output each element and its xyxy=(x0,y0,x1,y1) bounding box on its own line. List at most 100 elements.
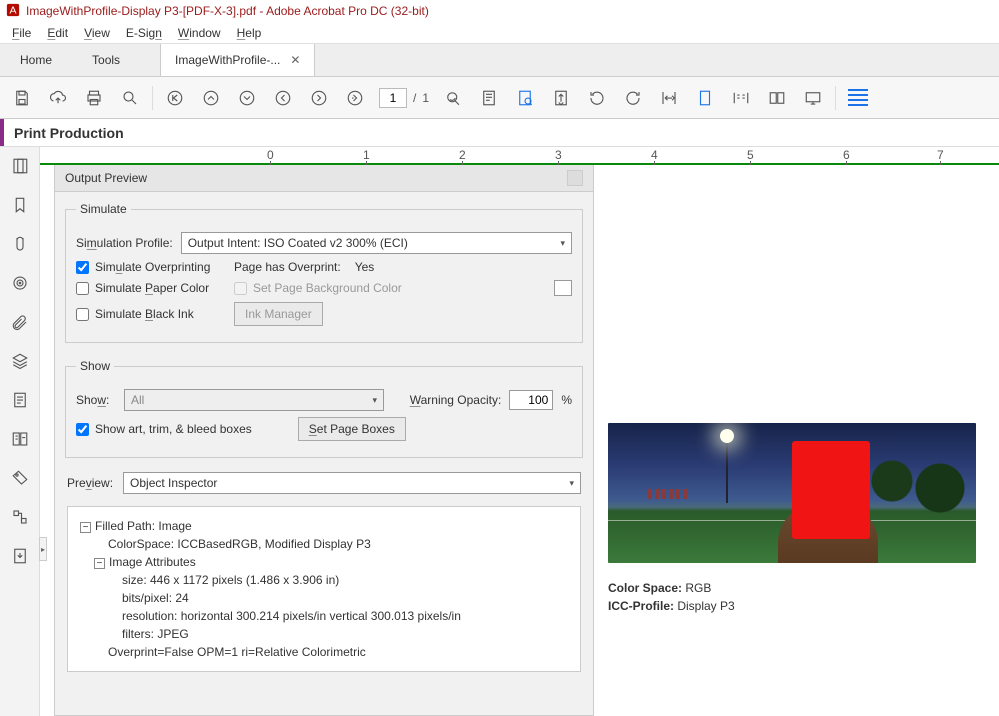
menu-icon[interactable] xyxy=(840,80,876,116)
tab-tools[interactable]: Tools xyxy=(72,44,140,76)
ink-manager-button: Ink Manager xyxy=(234,302,323,326)
nav-last-icon[interactable] xyxy=(337,80,373,116)
two-page-icon[interactable] xyxy=(723,80,759,116)
toolbar-separator xyxy=(152,86,153,110)
compare-icon[interactable] xyxy=(11,430,29,451)
sidebar-expand-icon[interactable]: ▸ xyxy=(39,537,47,561)
text-select-icon[interactable] xyxy=(507,80,543,116)
show-label: Show: xyxy=(76,393,116,407)
colorspace-label: Color Space: xyxy=(608,581,682,595)
thumbnails-icon[interactable] xyxy=(11,157,29,178)
tab-home[interactable]: Home xyxy=(0,44,72,76)
simulate-group: Simulate Simulation Profile: Output Inte… xyxy=(65,202,583,343)
warning-opacity-unit: % xyxy=(561,393,572,407)
colorspace-value: RGB xyxy=(682,581,711,595)
export-icon[interactable] xyxy=(11,547,29,568)
rotate-ccw-icon[interactable] xyxy=(579,80,615,116)
zoom-icon[interactable] xyxy=(112,80,148,116)
layers-icon[interactable] xyxy=(11,352,29,373)
warning-opacity-label: Warning Opacity: xyxy=(410,393,502,407)
hand-tool-icon[interactable] xyxy=(435,80,471,116)
bookmarks-icon[interactable] xyxy=(11,196,29,217)
bg-color-swatch[interactable] xyxy=(554,280,572,296)
workarea: 0 1 2 3 4 5 6 7 Output Preview Simulate … xyxy=(40,147,999,716)
output-preview-title: Output Preview xyxy=(65,171,147,185)
menu-help[interactable]: Help xyxy=(229,24,270,42)
preview-select[interactable]: Object Inspector▾ xyxy=(123,472,581,494)
set-bg-color-checkbox: Set Page Background Color xyxy=(234,281,402,295)
panel-header: Print Production xyxy=(0,119,999,147)
page-fit-icon[interactable] xyxy=(543,80,579,116)
simulate-papercolor-checkbox[interactable]: Simulate Paper Color xyxy=(76,281,226,295)
iccprofile-label: ICC-Profile: xyxy=(608,599,674,613)
main-area: ▸ 0 1 2 3 4 5 6 7 Output Preview Simulat… xyxy=(0,147,999,716)
page-current-input[interactable] xyxy=(379,88,407,108)
document-image xyxy=(608,423,976,563)
sidebar: ▸ xyxy=(0,147,40,716)
nav-prev-icon[interactable] xyxy=(265,80,301,116)
menu-window[interactable]: Window xyxy=(170,24,229,42)
page-total: 1 xyxy=(422,91,429,105)
show-select[interactable]: All▾ xyxy=(124,389,384,411)
select-tool-icon[interactable] xyxy=(471,80,507,116)
svg-text:A: A xyxy=(9,4,16,16)
titlebar-text: ImageWithProfile-Display P3-[PDF-X-3].pd… xyxy=(26,4,429,18)
target-icon[interactable] xyxy=(11,274,29,295)
simulate-black-ink-checkbox[interactable]: Simulate Black Ink xyxy=(76,307,226,321)
menu-esign[interactable]: E-Sign xyxy=(118,24,170,42)
nav-next-icon[interactable] xyxy=(301,80,337,116)
panel-title: Print Production xyxy=(4,125,124,141)
tab-row: Home Tools ImageWithProfile-... ✕ xyxy=(0,44,999,77)
menu-edit[interactable]: Edit xyxy=(39,24,76,42)
app-icon: A xyxy=(6,3,20,20)
titlebar: A ImageWithProfile-Display P3-[PDF-X-3].… xyxy=(0,0,999,22)
toolbar: / 1 xyxy=(0,77,999,119)
menubar: File Edit View E-Sign Window Help xyxy=(0,22,999,44)
nav-up-icon[interactable] xyxy=(193,80,229,116)
menu-file[interactable]: File xyxy=(4,24,39,42)
tree-collapse-icon[interactable]: − xyxy=(80,522,91,533)
output-preview-close-icon[interactable] xyxy=(567,170,583,186)
tags-icon[interactable] xyxy=(11,469,29,490)
output-preview-panel: Output Preview Simulate Simulation Profi… xyxy=(54,165,594,716)
content-row: Output Preview Simulate Simulation Profi… xyxy=(40,165,999,716)
tab-close-icon[interactable]: ✕ xyxy=(290,53,300,67)
nav-first-icon[interactable] xyxy=(157,80,193,116)
show-boxes-checkbox[interactable]: Show art, trim, & bleed boxes xyxy=(76,422,252,436)
document-view: Color Space: RGB ICC-Profile: Display P3 xyxy=(594,165,999,716)
toolbar-separator xyxy=(835,86,836,110)
tab-document-label: ImageWithProfile-... xyxy=(175,53,280,67)
single-page-icon[interactable] xyxy=(687,80,723,116)
ruler: 0 1 2 3 4 5 6 7 xyxy=(40,147,999,165)
tab-document[interactable]: ImageWithProfile-... ✕ xyxy=(160,44,315,76)
show-legend: Show xyxy=(76,359,114,373)
output-preview-header: Output Preview xyxy=(55,165,593,192)
rotate-cw-icon[interactable] xyxy=(615,80,651,116)
object-inspector: −Filled Path: Image ColorSpace: ICCBased… xyxy=(67,506,581,672)
structure-icon[interactable] xyxy=(11,508,29,529)
simulation-profile-label: Simulation Profile: xyxy=(76,236,173,250)
cloud-upload-icon[interactable] xyxy=(40,80,76,116)
simulation-profile-select[interactable]: Output Intent: ISO Coated v2 300% (ECI)▾ xyxy=(181,232,572,254)
tree-collapse-icon[interactable]: − xyxy=(94,558,105,569)
page-overprint-label: Page has Overprint: xyxy=(234,260,341,274)
set-page-boxes-button[interactable]: Set Page Boxes xyxy=(298,417,406,441)
document-metadata: Color Space: RGB ICC-Profile: Display P3 xyxy=(608,579,985,615)
warning-opacity-input[interactable] xyxy=(509,390,553,410)
clip-icon[interactable] xyxy=(11,313,29,334)
page-overprint-value: Yes xyxy=(355,260,375,274)
simulate-legend: Simulate xyxy=(76,202,131,216)
display-icon[interactable] xyxy=(795,80,831,116)
attachments-icon[interactable] xyxy=(11,235,29,256)
fit-width-icon[interactable] xyxy=(651,80,687,116)
simulate-overprinting-checkbox[interactable]: Simulate Overprinting xyxy=(76,260,226,274)
scroll-icon[interactable] xyxy=(759,80,795,116)
page-indicator: / 1 xyxy=(379,88,429,108)
page-icon[interactable] xyxy=(11,391,29,412)
save-icon[interactable] xyxy=(4,80,40,116)
print-icon[interactable] xyxy=(76,80,112,116)
show-group: Show Show: All▾ Warning Opacity: % Sh xyxy=(65,359,583,458)
nav-down-icon[interactable] xyxy=(229,80,265,116)
preview-label: Preview: xyxy=(67,476,113,490)
menu-view[interactable]: View xyxy=(76,24,118,42)
